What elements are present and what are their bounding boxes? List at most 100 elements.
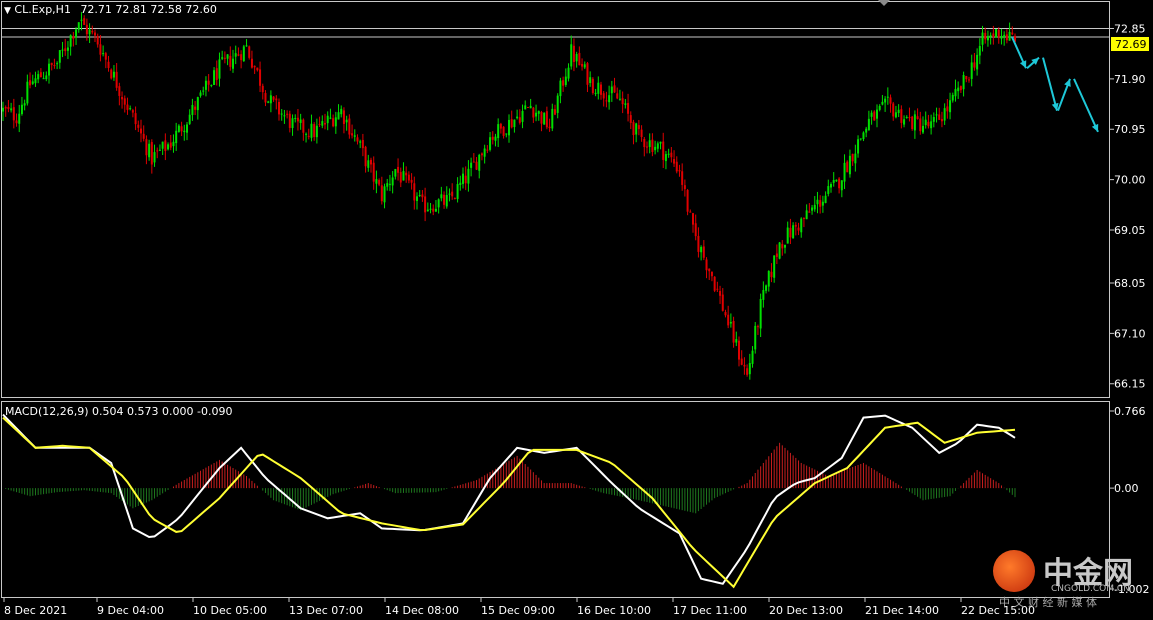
candle-body (859, 138, 862, 140)
candle-body (526, 107, 529, 109)
candle-body (61, 49, 64, 51)
candle-body (989, 35, 992, 37)
candle-body (1003, 34, 1006, 37)
candle-body (77, 22, 80, 30)
candle-body (637, 125, 640, 130)
candle-body (656, 143, 659, 149)
candle-body (551, 108, 554, 129)
candle-body (735, 339, 738, 343)
macd-lines (2, 413, 1016, 589)
candle-body (673, 159, 676, 164)
candle-body (324, 123, 326, 125)
candle-body (819, 200, 822, 207)
y-tick-label: 66.15 (1114, 378, 1146, 391)
candle-body (664, 154, 667, 162)
candle-body (118, 86, 121, 96)
candle-body (15, 120, 18, 124)
candle-body (370, 159, 372, 165)
candle-body (808, 211, 811, 213)
candle-body (267, 101, 270, 103)
candle-body (137, 124, 140, 128)
candle-body (443, 194, 446, 205)
candle-body (827, 186, 830, 194)
candle-body (10, 108, 13, 111)
candle-body (646, 146, 648, 148)
candle-body (597, 82, 600, 94)
candle-body (554, 109, 556, 115)
candle-body (876, 109, 878, 119)
watermark-domain: CNGOLD.COM.CN (1051, 584, 1130, 594)
candle-body (516, 116, 519, 119)
candle-body (968, 79, 970, 81)
candle-body (456, 184, 459, 199)
candle-body (946, 106, 949, 112)
candle-body (708, 268, 711, 272)
candle-body (53, 65, 56, 67)
y-tick-label: 67.10 (1114, 327, 1146, 340)
candle-body (134, 113, 137, 125)
candle-body (364, 146, 367, 167)
candle-body (794, 224, 797, 227)
candle-body (45, 75, 48, 80)
candle-body (667, 153, 670, 155)
candle-body (372, 162, 375, 182)
candle-body (394, 169, 397, 177)
candle-body (900, 109, 903, 123)
candle-body (589, 77, 592, 84)
forecast-arrow-segment (1042, 57, 1058, 111)
candle-body (502, 126, 505, 136)
candle-body (448, 193, 451, 195)
candle-body (462, 173, 464, 184)
candle-body (756, 326, 759, 328)
candle-body (591, 78, 594, 94)
candle-body (386, 183, 389, 187)
candle-body (729, 322, 732, 324)
scroll-marker-icon[interactable] (878, 0, 890, 6)
candle-body (218, 59, 221, 79)
candle-body (313, 124, 316, 138)
candle-body (397, 166, 400, 173)
candle-body (813, 204, 816, 210)
candle-body (618, 98, 621, 100)
candle-body (2, 107, 4, 112)
candle-body (356, 137, 359, 142)
x-tick-label: 8 Dec 2021 (4, 604, 67, 617)
candle-body (848, 155, 851, 175)
candle-body (150, 142, 153, 165)
candle-body (188, 114, 191, 124)
candle-body (559, 80, 562, 97)
candle-body (191, 104, 194, 115)
candle-body (478, 154, 481, 171)
candle-body (916, 116, 919, 119)
candle-body (594, 92, 597, 94)
candle-body (518, 117, 521, 123)
candle-body (583, 64, 586, 68)
chart-canvas[interactable]: 72.85 71.90 70.95 70.00 69.05 68.05 67.10 66.15… (0, 0, 1153, 620)
candle-body (835, 179, 838, 182)
candle-body (973, 62, 976, 68)
candle-body (416, 196, 418, 201)
candle-body (930, 121, 933, 129)
candle-body (986, 35, 989, 41)
candle-body (886, 96, 889, 98)
candle-body (935, 114, 938, 116)
horizontal-lines (2, 28, 1110, 38)
candle-body (294, 118, 297, 120)
candle-body (838, 178, 841, 189)
candle-body (570, 44, 573, 67)
triangle-down-icon[interactable]: ▼ (4, 6, 11, 16)
candle-body (1011, 32, 1014, 35)
candle-body (524, 105, 527, 110)
candle-body (102, 53, 105, 55)
candle-body (80, 19, 83, 21)
candle-body (140, 128, 142, 134)
candle-body (18, 113, 21, 124)
candle-body (700, 246, 703, 253)
candle-body (29, 80, 32, 86)
candle-body (391, 177, 394, 186)
symbol-label: CL.Exp,H1 (14, 3, 71, 16)
candle-body (981, 32, 984, 45)
candle-body (521, 110, 524, 122)
candle-body (64, 48, 67, 52)
candle-body (643, 138, 646, 148)
